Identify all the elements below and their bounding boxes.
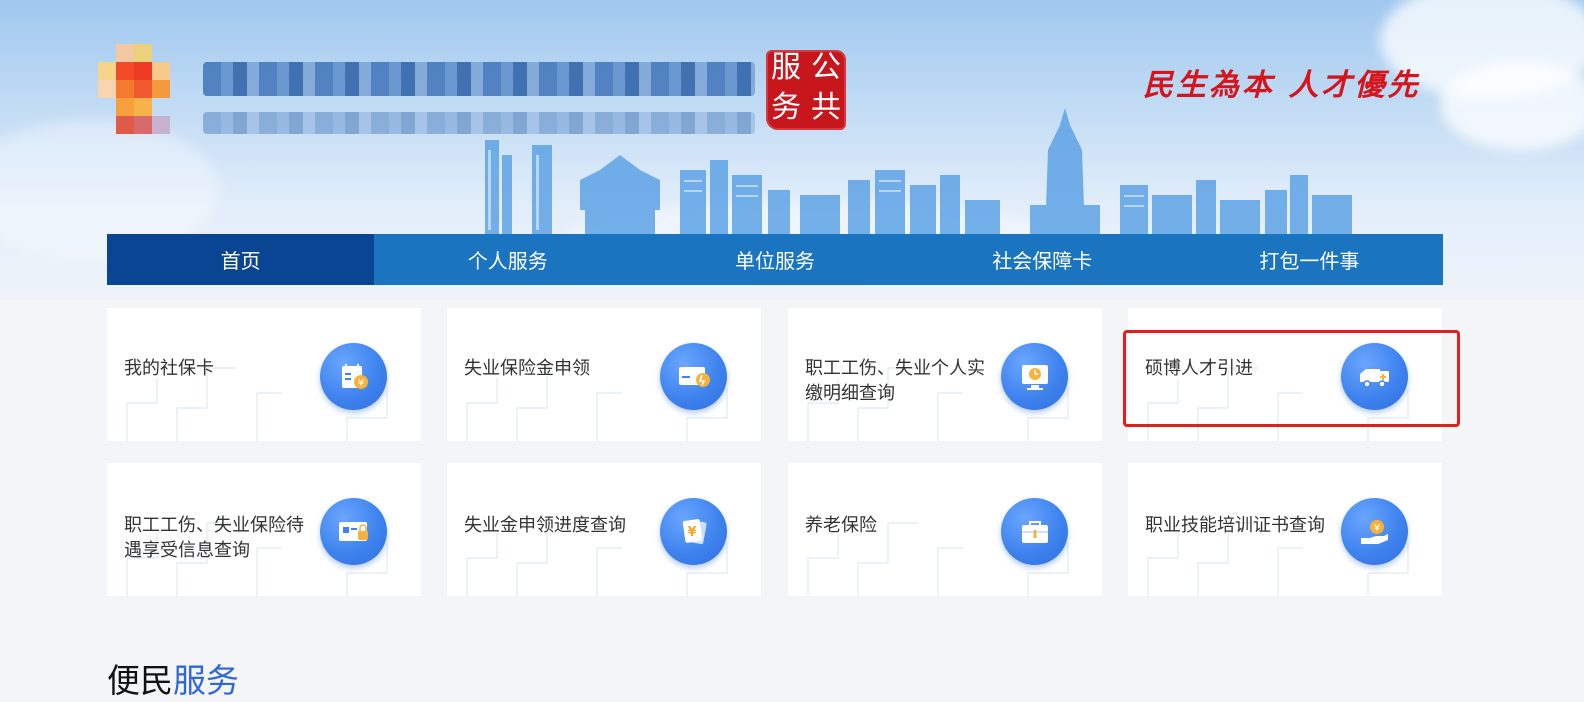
service-label: 失业金申领进度查询 [464,515,626,536]
section-title-convenience-services: 便民服务 [107,654,239,702]
hand-yuan-icon: ¥ [1341,498,1408,565]
service-label: 职工工伤、失业保险待遇享受信息查询 [124,515,304,561]
nav-social-security-card[interactable]: 社会保障卡 [909,234,1176,285]
service-card-claim-progress[interactable]: 失业金申领进度查询 ¥ [447,463,761,596]
city-skyline-illustration [485,108,1352,235]
nav-home[interactable]: 首页 [107,234,375,285]
service-card-benefit-info[interactable]: 职工工伤、失业保险待遇享受信息查询 [107,463,421,596]
service-label: 职工工伤、失业个人实缴明细查询 [805,358,985,404]
service-card-vocational-certificate[interactable]: 职业技能培训证书查询 ¥ [1128,463,1442,596]
benefit-card-icon [660,343,727,410]
section-title-part1: 便民 [107,661,173,700]
nav-employer-service[interactable]: 单位服务 [641,234,908,285]
service-card-pension-insurance[interactable]: 养老保险 [788,463,1102,596]
id-lock-icon [320,498,387,565]
social-card-icon: ¥ [320,343,387,410]
svg-text:¥: ¥ [1373,523,1379,534]
svg-text:¥: ¥ [357,378,363,389]
slogan: 民生為本 人才優先 [1143,68,1421,103]
yuan-documents-icon: ¥ [660,498,727,565]
service-label: 职业技能培训证书查询 [1145,515,1325,536]
site-title-blurred [203,62,755,96]
nav-personal-service[interactable]: 个人服务 [374,234,641,285]
nav-bundled-services[interactable]: 打包一件事 [1176,234,1443,285]
svg-text:¥: ¥ [687,525,696,540]
service-label: 失业保险金申领 [464,358,590,379]
service-card-unemployment-claim[interactable]: 失业保险金申领 [447,308,761,441]
main-nav: 首页 个人服务 单位服务 社会保障卡 打包一件事 [107,234,1443,285]
section-title-part2: 服务 [173,661,239,700]
service-label: 我的社保卡 [124,358,214,379]
monitor-clock-icon [1001,343,1068,410]
briefcase-icon [1001,498,1068,565]
service-label: 养老保险 [805,515,877,536]
selection-highlight [1123,330,1460,427]
site-logo[interactable] [98,44,184,134]
service-card-my-social-card[interactable]: 我的社保卡 ¥ [107,308,421,441]
service-card-contribution-details[interactable]: 职工工伤、失业个人实缴明细查询 [788,308,1102,441]
